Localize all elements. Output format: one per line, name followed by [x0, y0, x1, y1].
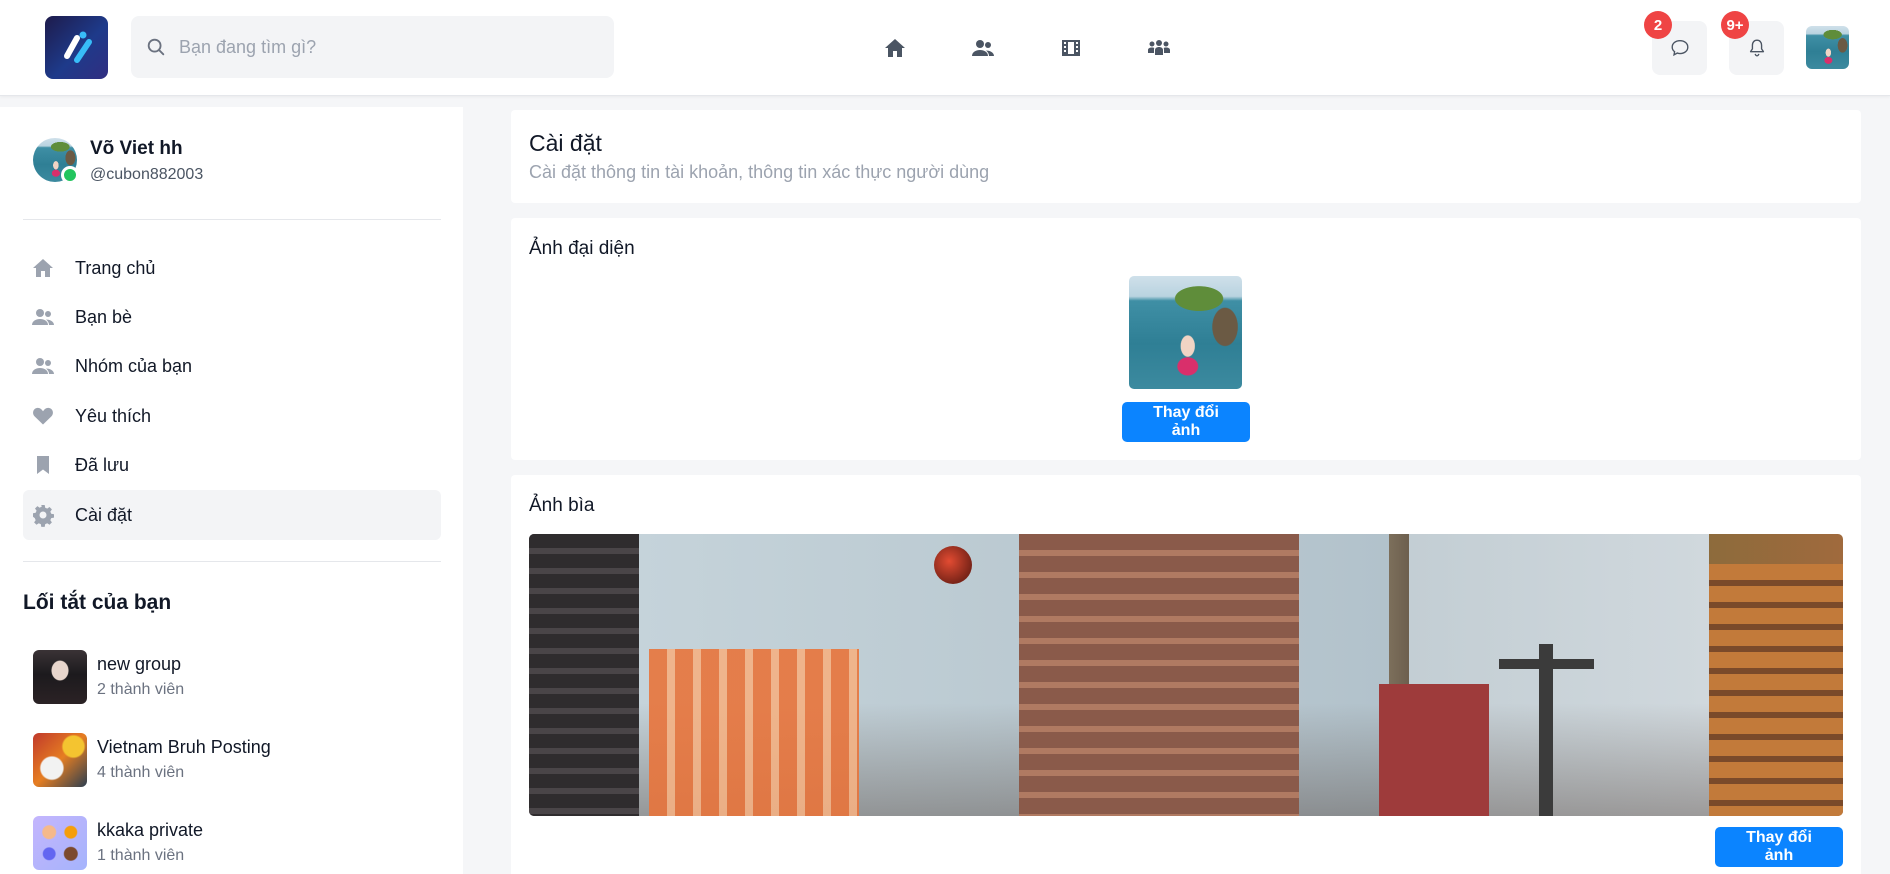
- home-icon: [33, 259, 53, 277]
- user-handle: @cubon882003: [90, 166, 204, 183]
- logo-icon: [64, 31, 92, 63]
- cover-section-title: Ảnh bìa: [529, 495, 595, 516]
- settings-header-card: Cài đặt Cài đặt thông tin tài khoản, thô…: [511, 110, 1861, 203]
- shortcut-name: Vietnam Bruh Posting: [97, 737, 271, 757]
- film-icon: [1062, 40, 1080, 56]
- account-avatar-button[interactable]: [1806, 26, 1849, 69]
- user-name: Võ Viet hh: [90, 138, 183, 159]
- avatar-section-title: Ảnh đại diện: [529, 238, 635, 259]
- bell-icon: [1749, 39, 1764, 57]
- users-icon: [32, 358, 54, 374]
- messages-count-badge: 2: [1644, 11, 1672, 39]
- left-sidebar: Võ Viet hh @cubon882003 Trang chủ Bạn bè…: [0, 107, 463, 874]
- sidebar-item-friends[interactable]: Bạn bè: [23, 292, 441, 342]
- notifications-button[interactable]: 9+: [1721, 11, 1784, 75]
- sidebar-item-label: Cài đặt: [75, 504, 133, 525]
- group-thumbnail: [33, 816, 87, 870]
- divider: [23, 561, 441, 562]
- page-title: Cài đặt: [529, 130, 602, 156]
- sidebar-item-home[interactable]: Trang chủ: [23, 243, 441, 293]
- sidebar-item-favorites[interactable]: Yêu thích: [23, 391, 441, 441]
- notifications-count-badge: 9+: [1721, 11, 1749, 39]
- avatar-settings-card: Ảnh đại diện Thay đổi ảnh: [511, 218, 1861, 460]
- sidebar-item-groups[interactable]: Nhóm của bạn: [23, 341, 441, 391]
- change-avatar-button[interactable]: Thay đổi ảnh: [1122, 402, 1250, 442]
- shortcut-member-count: 1 thành viên: [97, 847, 185, 864]
- profile-picture-preview: [1129, 276, 1242, 389]
- group-thumbnail: [33, 650, 87, 704]
- nav-home-button[interactable]: [881, 34, 909, 62]
- search-icon: [147, 38, 165, 56]
- cover-photo-preview: [529, 534, 1843, 816]
- top-navigation-bar: 2 9+: [0, 0, 1890, 96]
- sidebar-item-label: Yêu thích: [75, 405, 152, 426]
- heart-icon: [33, 407, 53, 425]
- gear-icon: [33, 505, 54, 527]
- shortcut-name: new group: [97, 654, 182, 674]
- users-icon: [32, 309, 54, 325]
- chat-icon: [1671, 39, 1688, 57]
- sidebar-item-label: Nhóm của bạn: [75, 355, 193, 376]
- shortcuts-heading: Lối tắt của bạn: [23, 591, 172, 614]
- shortcut-item-vietnam-bruh-posting[interactable]: Vietnam Bruh Posting 4 thành viên: [33, 733, 413, 789]
- shortcut-member-count: 4 thành viên: [97, 764, 185, 781]
- change-cover-button[interactable]: Thay đổi ảnh: [1715, 827, 1843, 867]
- home-icon: [885, 39, 905, 57]
- nav-groups-button[interactable]: [1145, 34, 1173, 62]
- group-icon: [1148, 40, 1170, 55]
- search-bar[interactable]: [131, 16, 614, 78]
- group-thumbnail: [33, 733, 87, 787]
- page-subtitle: Cài đặt thông tin tài khoản, thông tin x…: [529, 162, 990, 182]
- bookmark-icon: [37, 456, 49, 474]
- users-icon: [972, 40, 994, 56]
- shortcut-item-new-group[interactable]: new group 2 thành viên: [33, 650, 413, 706]
- shortcut-item-kkaka-private[interactable]: kkaka private 1 thành viên: [33, 816, 413, 872]
- sidebar-item-settings[interactable]: Cài đặt: [23, 490, 441, 540]
- divider: [23, 219, 441, 220]
- sidebar-item-label: Đã lưu: [75, 454, 130, 475]
- online-status-indicator: [61, 166, 79, 184]
- sidebar-item-saved[interactable]: Đã lưu: [23, 440, 441, 490]
- nav-friends-button[interactable]: [969, 34, 997, 62]
- messages-button[interactable]: 2: [1644, 11, 1707, 75]
- nav-watch-button[interactable]: [1057, 34, 1085, 62]
- app-logo[interactable]: [45, 16, 108, 79]
- search-input[interactable]: [179, 36, 599, 58]
- cover-settings-card: Ảnh bìa Thay đổi ảnh: [511, 475, 1861, 874]
- sidebar-item-label: Trang chủ: [75, 257, 156, 278]
- shortcut-member-count: 2 thành viên: [97, 681, 185, 698]
- sidebar-item-label: Bạn bè: [75, 306, 133, 327]
- shortcut-name: kkaka private: [97, 820, 204, 840]
